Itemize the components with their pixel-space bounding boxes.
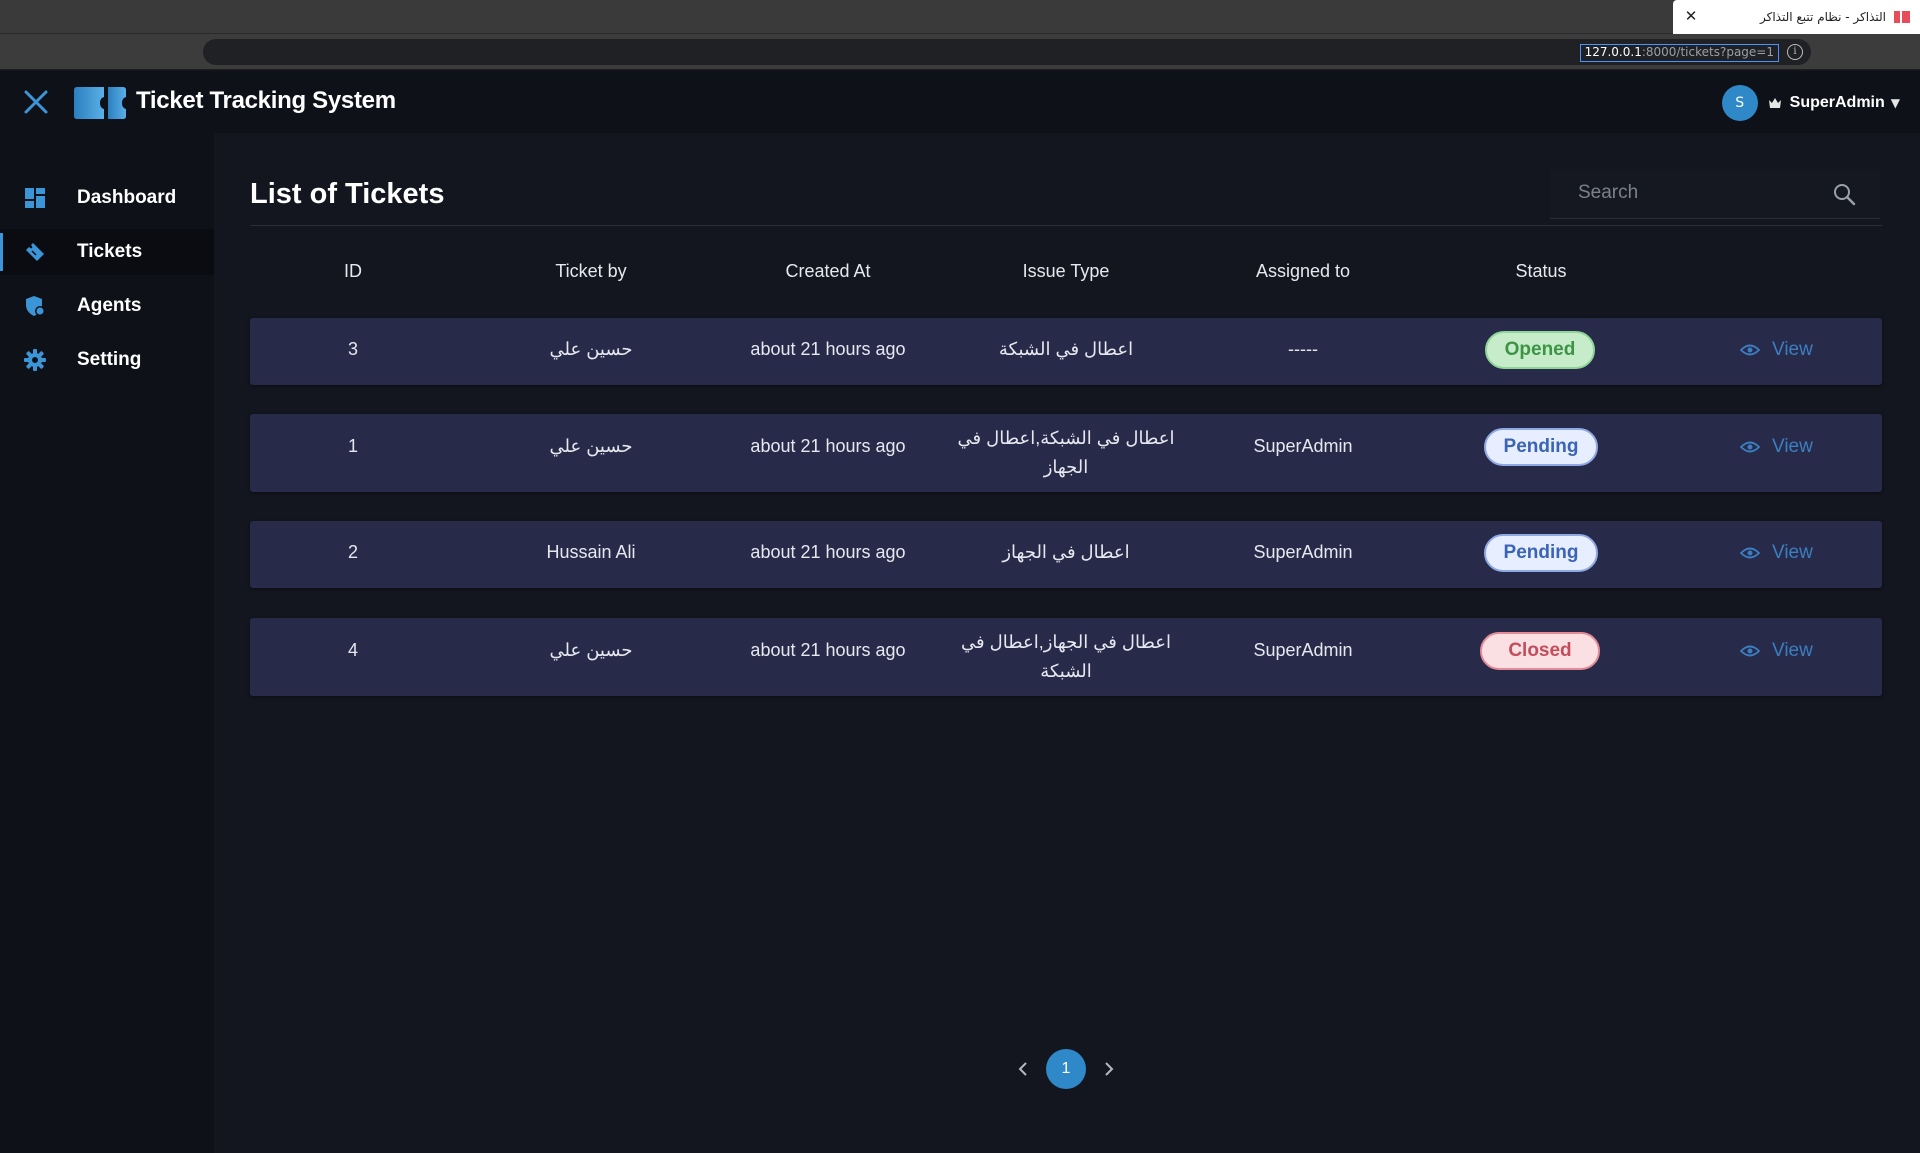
column-header-assigned-to: Assigned to: [1255, 261, 1351, 281]
sidebar: Dashboard Tickets Agents Setting: [0, 133, 214, 1153]
eye-icon: [1740, 441, 1760, 453]
status-badge: Closed: [1480, 632, 1600, 670]
cell-id: 4: [347, 640, 359, 660]
app-header: Ticket Tracking System S SuperAdmin ▼: [0, 71, 1920, 133]
view-label[interactable]: View: [1772, 640, 1813, 662]
status-badge: Pending: [1484, 534, 1598, 572]
gear-icon: [24, 349, 46, 371]
page-number-button[interactable]: 1: [1046, 1049, 1086, 1089]
column-header-created-at: Created At: [785, 261, 871, 281]
table-row[interactable]: 1 حسين علي about 21 hours ago اعطال في ا…: [250, 414, 1882, 492]
cell-ticket-by: Hussain Ali: [546, 542, 636, 562]
view-link[interactable]: View: [1740, 640, 1813, 662]
cell-ticket-by: حسين علي: [549, 436, 633, 456]
dashboard-icon: [25, 188, 45, 208]
column-header-status: Status: [1515, 261, 1567, 281]
cell-assigned-to: SuperAdmin: [1253, 640, 1353, 660]
sidebar-item-agents[interactable]: Agents: [0, 283, 214, 329]
cell-ticket-by: حسين علي: [549, 339, 633, 359]
tab-title: التذاكر - نظام تتبع التذاكر: [1760, 10, 1886, 24]
page-title: List of Tickets: [250, 178, 445, 210]
sidebar-item-setting[interactable]: Setting: [0, 337, 214, 383]
cell-ticket-by: حسين علي: [549, 640, 633, 660]
view-link[interactable]: View: [1740, 542, 1813, 564]
url-text[interactable]: 127.0.0.1:8000/tickets?page=1: [1579, 44, 1779, 62]
view-link[interactable]: View: [1740, 436, 1813, 458]
sidebar-item-label: Dashboard: [77, 187, 177, 208]
browser-tab[interactable]: التذاكر - نظام تتبع التذاكر ✕: [1673, 0, 1920, 34]
sidebar-item-dashboard[interactable]: Dashboard: [0, 175, 214, 221]
view-label[interactable]: View: [1772, 339, 1813, 361]
status-badge: Pending: [1484, 428, 1598, 466]
browser-tab-bar: التذاكر - نظام تتبع التذاكر ✕: [0, 0, 1920, 34]
column-header-ticket-by: Ticket by: [555, 261, 627, 281]
cell-issue-type: اعطال في الشبكة: [998, 339, 1134, 359]
crown-icon: [1768, 98, 1781, 108]
cell-issue-type: اعطال في الشبكة,اعطال في الجهاز: [957, 428, 1175, 477]
title-divider: [250, 225, 1882, 226]
url-field[interactable]: 127.0.0.1:8000/tickets?page=1 i: [203, 39, 1811, 65]
cell-created-at: about 21 hours ago: [750, 339, 906, 359]
pagination: 1: [214, 1049, 1920, 1089]
cell-id: 1: [347, 436, 359, 456]
cell-id: 2: [347, 542, 359, 562]
sidebar-item-label: Setting: [77, 349, 142, 370]
chevron-down-icon[interactable]: ▼: [1891, 96, 1900, 110]
cell-id: 3: [347, 339, 359, 359]
search-input[interactable]: [1550, 169, 1820, 217]
table-row[interactable]: 2 Hussain Ali about 21 hours ago اعطال ف…: [250, 521, 1882, 588]
browser-address-bar: 127.0.0.1:8000/tickets?page=1 i: [0, 34, 1920, 70]
eye-icon: [1740, 344, 1760, 356]
tab-close-icon[interactable]: ✕: [1683, 8, 1699, 24]
cell-issue-type: اعطال في الجهاز,اعطال في الشبكة: [961, 632, 1171, 681]
status-badge: Opened: [1485, 331, 1595, 369]
eye-icon: [1740, 547, 1760, 559]
close-sidebar-icon[interactable]: [22, 88, 50, 116]
search-box[interactable]: [1550, 169, 1880, 219]
column-header-issue-type: Issue Type: [1022, 261, 1110, 281]
cell-created-at: about 21 hours ago: [750, 640, 906, 660]
cell-assigned-to: SuperAdmin: [1253, 436, 1353, 456]
view-link[interactable]: View: [1740, 339, 1813, 361]
app-title: Ticket Tracking System: [136, 87, 396, 114]
cell-assigned-to: SuperAdmin: [1253, 542, 1353, 562]
favicon-icon: [1894, 11, 1910, 23]
sidebar-item-tickets[interactable]: Tickets: [0, 229, 214, 275]
user-name[interactable]: SuperAdmin: [1790, 94, 1885, 112]
cell-assigned-to: -----: [1288, 339, 1318, 359]
view-label[interactable]: View: [1772, 436, 1813, 458]
ticket-icon: [26, 243, 44, 261]
cell-issue-type: اعطال في الجهاز: [1002, 542, 1130, 562]
table-row[interactable]: 4 حسين علي about 21 hours ago اعطال في ا…: [250, 618, 1882, 696]
sidebar-item-label: Tickets: [77, 241, 143, 262]
cell-created-at: about 21 hours ago: [750, 436, 906, 456]
chevron-right-icon[interactable]: [1099, 1059, 1119, 1079]
ticket-logo-icon: [74, 87, 126, 119]
view-label[interactable]: View: [1772, 542, 1813, 564]
main-content: List of Tickets ID Ticket by Created At …: [214, 133, 1920, 1153]
eye-icon: [1740, 645, 1760, 657]
avatar[interactable]: S: [1721, 85, 1758, 121]
sidebar-item-label: Agents: [77, 295, 142, 316]
site-info-icon[interactable]: i: [1787, 44, 1803, 60]
agents-shield-icon: [26, 296, 45, 316]
chevron-left-icon[interactable]: [1013, 1059, 1033, 1079]
table-row[interactable]: 3 حسين علي about 21 hours ago اعطال في ا…: [250, 318, 1882, 385]
user-menu[interactable]: S SuperAdmin ▼: [1721, 85, 1900, 121]
column-header-id: ID: [344, 261, 362, 281]
search-icon[interactable]: [1832, 182, 1856, 206]
cell-created-at: about 21 hours ago: [750, 542, 906, 562]
